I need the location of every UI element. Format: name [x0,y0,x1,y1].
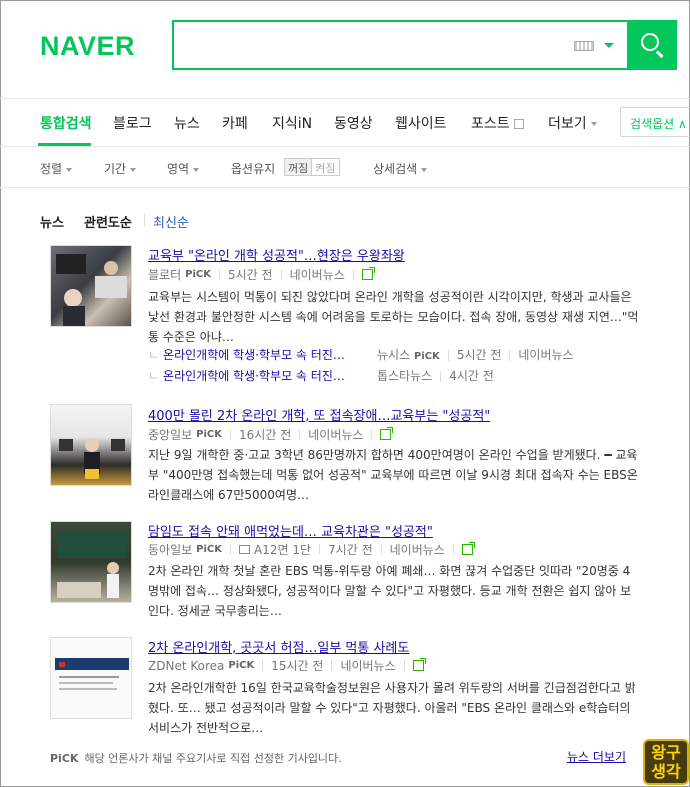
header-divider [0,98,690,99]
search-input[interactable] [184,32,564,58]
keyboard-icon[interactable] [574,41,594,51]
pick-badge: PiCK [185,269,211,280]
tabs-divider [0,146,690,147]
more-news-link[interactable]: 뉴스 더보기 [567,748,626,765]
article-thumbnail[interactable] [50,404,132,486]
detail-search-dropdown[interactable]: 상세검색 [373,160,428,177]
share-icon[interactable] [412,658,426,671]
search-options-button[interactable]: 검색옵션 ∧ [620,107,690,137]
naver-news-link[interactable]: 네이버뉴스 [308,426,363,443]
article-meta: 블로터 PiCK 5시간 전 네이버뉴스 [148,266,375,283]
tab-blog[interactable]: 블로그 [113,113,152,133]
share-icon[interactable] [461,542,475,555]
share-icon[interactable] [380,427,394,440]
chevron-down-icon [193,167,200,172]
article-title[interactable]: 담임도 접속 안돼 애먹었는데… 교육차관은 "성공적" [148,521,433,540]
keep-options-label: 옵션유지 [231,162,276,176]
tab-cafe[interactable]: 카페 [222,113,248,133]
autocomplete-toggle-icon[interactable] [604,43,614,48]
thumbnail-image [59,438,125,479]
article-time: 16시간 전 [239,428,292,442]
chevron-down-icon [590,122,597,126]
article-title[interactable]: 400만 몰린 2차 온라인 개학, 또 접속장애…교육부는 "성공적" [148,405,490,424]
pick-footnote: PiCK 해당 언론사가 채널 주요기사로 직접 선정한 기사입니다. [50,752,342,765]
article-thumbnail[interactable] [50,245,132,327]
print-edition: A12면 1단 [254,543,312,557]
naver-logo[interactable]: NAVER [40,31,135,62]
article-meta: 동아일보 PiCK A12면 1단 7시간 전 네이버뉴스 [148,541,475,558]
article-meta: ZDNet Korea PiCK 15시간 전 네이버뉴스 [148,657,426,674]
period-dropdown[interactable]: 기간 [104,160,137,177]
related-article: ㄴ 온라인개학에 학생·학부모 속 터진… 톱스타뉴스 4시간 전 [148,369,494,383]
newspaper-icon [239,545,251,554]
press-name[interactable]: ZDNet Korea [148,659,224,673]
pick-badge: PiCK [50,752,79,765]
tab-news[interactable]: 뉴스 [174,113,200,133]
press-name[interactable]: 중앙일보 [148,426,192,443]
article-thumbnail[interactable] [50,637,132,719]
search-box [172,20,677,70]
area-dropdown[interactable]: 영역 [167,160,200,177]
naver-news-link[interactable]: 네이버뉴스 [518,348,573,362]
tab-website[interactable]: 웹사이트 [395,113,447,133]
press-name[interactable]: 동아일보 [148,541,192,558]
tab-more[interactable]: 더보기 [548,113,597,133]
naver-news-link[interactable]: 네이버뉴스 [290,266,345,283]
chevron-down-icon [66,167,73,172]
pick-badge: PiCK [413,351,440,362]
naver-news-link[interactable]: 네이버뉴스 [340,657,395,674]
article-time: 5시간 전 [227,268,273,282]
article-title[interactable]: 교육부 "온라인 개학 성공적"…현장은 우왕좌왕 [148,245,405,264]
tab-kin[interactable]: 지식iN [272,113,312,133]
thumbnail-image [55,658,129,690]
options-divider [0,187,690,188]
tab-all[interactable]: 통합검색 [40,113,92,133]
article-thumbnail[interactable] [50,521,132,603]
sort-dropdown[interactable]: 정렬 [40,160,73,177]
article-time: 7시간 전 [328,543,373,557]
sort-latest[interactable]: 최신순 [153,212,189,231]
thumbnail-image [57,532,127,598]
chevron-down-icon [130,167,137,172]
pick-badge: PiCK [196,544,223,555]
article-time: 15시간 전 [271,659,324,673]
toggle-on-option[interactable]: 켜짐 [312,159,338,175]
tab-video[interactable]: 동영상 [334,113,373,133]
article-description: 지난 9일 개학한 중·고교 3학년 86만명까지 합하면 400만여명이 온라… [148,448,638,502]
sort-relevance[interactable]: 관련도순 [84,212,132,231]
press-name[interactable]: 블로터 [148,266,181,283]
section-title: 뉴스 [40,216,64,231]
tab-post[interactable]: 포스트 [471,113,524,133]
press-name[interactable]: 뉴시스 [377,348,410,362]
article-title[interactable]: 2차 온라인개학, 곳곳서 허점…일부 먹통 사례도 [148,637,409,656]
press-name[interactable]: 톱스타뉴스 [377,369,432,383]
thumbnail-image [56,254,127,326]
watermark-stamp: 왕구 생각 [643,739,689,785]
search-icon [641,33,659,51]
search-button[interactable] [627,20,677,70]
pick-badge: PiCK [228,660,255,671]
related-article-title[interactable]: 온라인개학에 학생·학부모 속 터진… [163,369,345,383]
keep-options-toggle[interactable]: 꺼짐 켜짐 [284,158,340,176]
related-article: ㄴ 온라인개학에 학생·학부모 속 터진… 뉴시스 PiCK 5시간 전 네이버뉴스 [148,348,574,362]
article-description: 2차 온라인 개학 첫날 혼란 EBS 먹통-위두랑 아예 폐쇄… 화면 끊겨 … [148,564,632,618]
article-description: 교육부는 시스템이 먹통이 되진 않았다며 온라인 개학을 성공적이란 시각이지… [148,290,639,344]
article-description: 2차 온라인개학한 16일 한국교육학술정보원은 사용자가 몰려 위두랑의 서버… [148,681,636,735]
share-icon[interactable] [361,267,375,280]
post-icon [513,119,524,129]
chevron-down-icon [421,167,428,172]
related-article-title[interactable]: 온라인개학에 학생·학부모 속 터진… [163,348,345,362]
toggle-off-option[interactable]: 꺼짐 [285,159,313,175]
pick-badge: PiCK [196,429,223,440]
article-meta: 중앙일보 PiCK 16시간 전 네이버뉴스 [148,426,394,443]
naver-news-link[interactable]: 네이버뉴스 [390,541,445,558]
